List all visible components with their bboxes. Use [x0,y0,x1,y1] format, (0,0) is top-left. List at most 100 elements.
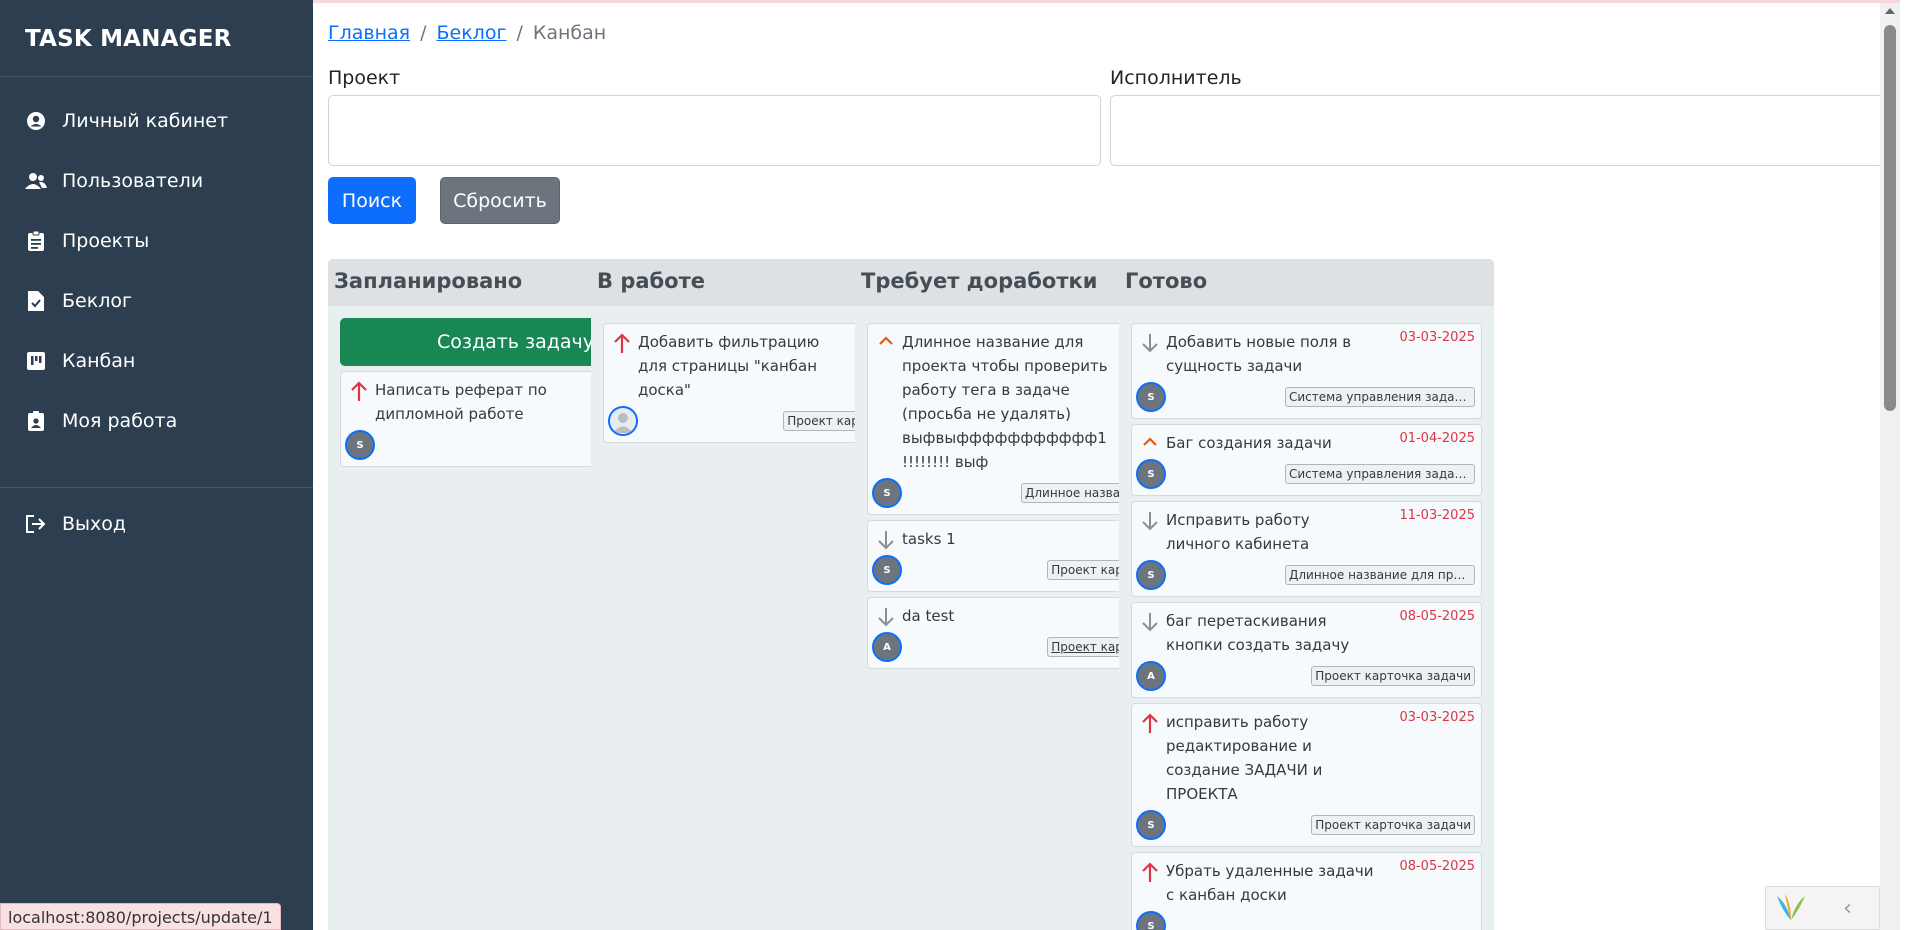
chevron-left-icon[interactable]: ‹ [1816,896,1879,921]
sidebar-item-label: Проекты [62,230,150,252]
sidebar-item-users[interactable]: Пользователи [0,151,313,211]
priority-high-arrow-icon [1140,861,1160,883]
priority-low-arrow-icon [1140,510,1160,532]
nav-divider: Выход [0,487,313,554]
assignee-avatar[interactable]: A [1136,661,1166,691]
task-title[interactable]: Исправить работу личного кабинета [1166,508,1376,556]
task-due-date: 11-03-2025 [1399,508,1475,523]
assignee-avatar[interactable]: S [1136,560,1166,590]
sidebar-item-label: Беклог [62,290,132,312]
sidebar-item-label: Личный кабинет [62,110,229,132]
sidebar-item-label: Моя работа [62,410,178,432]
framework-logo-icon[interactable] [1766,886,1816,930]
task-card[interactable]: Исправить работу личного кабинета 11-03-2… [1131,501,1482,597]
assignee-avatar[interactable]: S [345,430,375,460]
scrollbar-thumb[interactable] [1884,25,1896,411]
search-button[interactable]: Поиск [328,177,416,224]
assignee-avatar[interactable]: A [872,632,902,662]
assignee-select[interactable] [1110,95,1883,166]
main-content: Главная / Беклог / Канбан Проект Исполни… [313,0,1900,930]
assignee-avatar[interactable]: S [872,478,902,508]
column-title: Готово [1119,259,1494,306]
task-title[interactable]: da test [902,604,1112,628]
app-brand[interactable]: TASK MANAGER [0,0,313,77]
sidebar: TASK MANAGER Личный кабинет Пользователи… [0,0,313,930]
task-card[interactable]: Баг создания задачи 01-04-2025 S Система уп… [1131,424,1482,496]
debug-toolbar[interactable]: ‹ [1765,886,1880,930]
task-card[interactable]: баг перетаскивания кнопки создать задачу… [1131,602,1482,698]
task-card-footer: S Система управления задачами [1136,382,1475,412]
breadcrumb-separator: / [420,22,427,44]
task-title[interactable]: баг перетаскивания кнопки создать задачу [1166,609,1376,657]
priority-high-arrow-icon [349,380,369,402]
breadcrumb-separator: / [516,22,523,44]
priority-low-arrow-icon [876,606,896,628]
task-due-date: 03-03-2025 [1399,330,1475,345]
sidebar-item-label: Пользователи [62,170,204,192]
task-card-footer: A Проект карточка задачи [1136,661,1475,691]
assignee-avatar[interactable]: S [872,555,902,585]
task-due-date: 03-03-2025 [1399,710,1475,725]
assignee-avatar[interactable]: S [1136,382,1166,412]
sidebar-item-kanban[interactable]: Канбан [0,331,313,391]
project-tag[interactable]: Проект карточка задачи [1311,815,1475,835]
task-card-footer: S Система управления задачами [1136,459,1475,489]
scroll-up-icon[interactable] [1885,8,1895,14]
project-tag[interactable]: Длинное название для проекта чтобы прове… [1285,565,1475,585]
task-card-footer: S Проект карточка задачи [1136,810,1475,840]
kanban-column[interactable]: Готово Добавить новые поля в сущность зад… [1119,259,1494,930]
priority-low-arrow-icon [1140,611,1160,633]
task-title[interactable]: Написать реферат по дипломной работе [375,378,585,426]
file-check-icon [25,290,47,312]
users-icon [25,170,47,192]
id-badge-icon [25,410,47,432]
assignee-avatar[interactable]: S [1136,810,1166,840]
task-title[interactable]: Добавить новые поля в сущность задачи [1166,330,1376,378]
task-due-date: 08-05-2025 [1399,609,1475,624]
task-title[interactable]: исправить работу редактирование и создан… [1166,710,1376,806]
project-tag[interactable]: Система управления задачами [1285,464,1475,484]
clipboard-icon [25,230,47,252]
sidebar-nav: Личный кабинет Пользователи Проекты Бекл… [0,77,313,554]
priority-low-arrow-icon [876,529,896,551]
sidebar-item-profile[interactable]: Личный кабинет [0,91,313,151]
project-tag[interactable]: Проект карточка задачи [1311,666,1475,686]
reset-button[interactable]: Сбросить [440,177,560,224]
task-card[interactable]: исправить работу редактирование и создан… [1131,703,1482,847]
kanban-icon [25,350,47,372]
breadcrumb-backlog-link[interactable]: Беклог [436,22,506,44]
assignee-field-label: Исполнитель [1110,67,1242,89]
priority-high-arrow-icon [612,332,632,354]
breadcrumb: Главная / Беклог / Канбан [328,22,606,44]
task-title[interactable]: Баг создания задачи [1166,431,1376,455]
priority-medium-chevron-icon [876,332,896,354]
task-card[interactable]: Убрать удаленные задачи с канбан доски 08… [1131,852,1482,930]
task-title[interactable]: tasks 1 [902,527,1112,551]
project-tag[interactable]: Система управления задачами [1285,387,1475,407]
sidebar-item-backlog[interactable]: Беклог [0,271,313,331]
task-title[interactable]: Убрать удаленные задачи с канбан доски [1166,859,1376,907]
sidebar-item-logout[interactable]: Выход [0,494,313,554]
task-card-footer: S [1136,911,1475,930]
assignee-avatar[interactable]: S [1136,459,1166,489]
breadcrumb-current: Канбан [532,22,607,44]
logout-icon [25,513,47,535]
project-field-label: Проект [328,67,401,89]
user-circle-icon [25,110,47,132]
priority-low-arrow-icon [1140,332,1160,354]
sidebar-item-my-work[interactable]: Моя работа [0,391,313,451]
page-scrollbar[interactable] [1880,3,1900,930]
sidebar-item-label: Канбан [62,350,136,372]
task-title[interactable]: Длинное название для проекта чтобы прове… [902,330,1112,474]
assignee-avatar[interactable] [608,406,638,436]
priority-high-arrow-icon [1140,712,1160,734]
breadcrumb-home-link[interactable]: Главная [328,22,410,44]
sidebar-item-projects[interactable]: Проекты [0,211,313,271]
project-select[interactable] [328,95,1101,166]
assignee-avatar[interactable]: S [1136,911,1166,930]
task-card-footer: S Длинное название для проекта чтобы пров… [1136,560,1475,590]
task-due-date: 08-05-2025 [1399,859,1475,874]
task-card[interactable]: Добавить новые поля в сущность задачи 03-… [1131,323,1482,419]
task-due-date: 01-04-2025 [1399,431,1475,446]
task-title[interactable]: Добавить фильтрацию для страницы "канбан… [638,330,848,402]
